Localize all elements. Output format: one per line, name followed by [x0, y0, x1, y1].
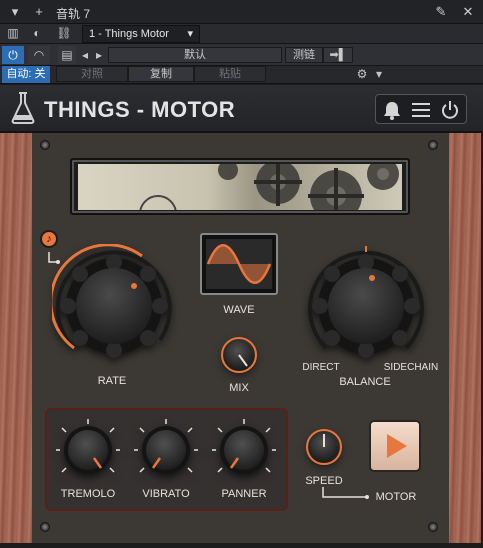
screw-icon [40, 522, 50, 532]
copy-button[interactable]: 复制 [128, 66, 194, 82]
close-icon[interactable]: ✕ [459, 3, 477, 21]
header-actions [375, 94, 467, 124]
balance-direct-label: DIRECT [302, 362, 340, 373]
vibrato-label: VIBRATO [142, 488, 190, 500]
panner-label: PANNER [221, 488, 267, 500]
vibrato-knob[interactable] [134, 418, 198, 482]
host-toolbar: ▥ ◐ ⛓ 1 - Things Motor ▾ [0, 24, 483, 44]
automation-button[interactable]: 自动: 关 [2, 66, 50, 83]
motor-label: MOTOR [375, 491, 417, 503]
speed-knob[interactable] [305, 428, 343, 466]
chevron-down-icon: ▾ [187, 28, 193, 40]
wave-selector[interactable] [200, 233, 278, 295]
gear-icon[interactable]: ⚙ [354, 66, 370, 83]
plugin-selector-value: 1 - Things Motor [89, 28, 169, 40]
next-preset-icon[interactable]: ▸ [92, 46, 106, 64]
sine-wave-icon [206, 239, 272, 289]
sidechain-arrow-icon[interactable]: ➡▌ [323, 47, 353, 63]
preset-icon[interactable]: ▤ [58, 46, 76, 64]
mixer-icon[interactable]: ▥ [4, 24, 22, 42]
host-preset-bar: ⏻ ◠ ▤ ◂ ▸ 默认 测链 ➡▌ [0, 44, 483, 66]
balance-label: BALANCE [339, 376, 391, 388]
gears-illustration [139, 164, 399, 210]
host-auto-bar: 自动: 关 对照 复制 粘贴 ⚙ ▾ [0, 66, 483, 84]
screw-icon [428, 522, 438, 532]
tremolo-label: TREMOLO [60, 488, 116, 500]
bypass-icon[interactable]: ◠ [28, 46, 50, 64]
motor-play-button[interactable] [369, 420, 421, 472]
speed-motor-connector [322, 487, 369, 499]
compare-button[interactable]: 对照 [56, 66, 128, 82]
screw-icon [40, 140, 50, 150]
menu-icon[interactable] [411, 100, 431, 120]
mix-knob[interactable] [220, 336, 258, 374]
wood-panel-right [449, 133, 481, 543]
mix-label: MIX [229, 382, 249, 394]
play-icon [387, 434, 407, 458]
settings-chevron-icon[interactable]: ▾ [372, 66, 386, 83]
plugin-selector[interactable]: 1 - Things Motor ▾ [82, 25, 200, 43]
preset-name[interactable]: 默认 [108, 47, 282, 63]
rate-knob[interactable] [52, 244, 176, 368]
channel-icon[interactable]: ◐ [28, 24, 46, 42]
wood-panel-left [0, 133, 32, 543]
wave-label: WAVE [223, 304, 255, 316]
panner-knob[interactable] [212, 418, 276, 482]
routing-icon[interactable]: ⛓ [54, 24, 74, 42]
rate-label: RATE [97, 375, 127, 387]
tremolo-knob[interactable] [56, 418, 120, 482]
host-title-bar: ▾ + 音轨 7 ✎ ✕ [0, 0, 483, 24]
paste-button[interactable]: 粘贴 [194, 66, 266, 82]
power-toggle[interactable]: ⏻ [2, 46, 24, 64]
plugin-window: { "host": { "track_title": "音轨 7", "plug… [0, 0, 483, 548]
plugin-brand-title: THINGS - MOTOR [44, 97, 236, 122]
balance-knob[interactable] [304, 244, 428, 368]
prev-preset-icon[interactable]: ◂ [78, 46, 92, 64]
track-title: 音轨 7 [56, 7, 91, 21]
sidechain-button[interactable]: 测链 [285, 47, 323, 63]
bell-icon[interactable] [382, 100, 402, 120]
pin-icon[interactable]: ✎ [432, 3, 450, 21]
balance-sidechain-label: SIDECHAIN [383, 362, 439, 373]
motor-display [78, 164, 402, 210]
add-icon[interactable]: + [30, 3, 48, 21]
power-icon[interactable] [440, 100, 460, 120]
collapse-arrow-icon[interactable]: ▾ [6, 3, 24, 21]
flask-logo-icon [11, 92, 35, 124]
screw-icon [428, 140, 438, 150]
